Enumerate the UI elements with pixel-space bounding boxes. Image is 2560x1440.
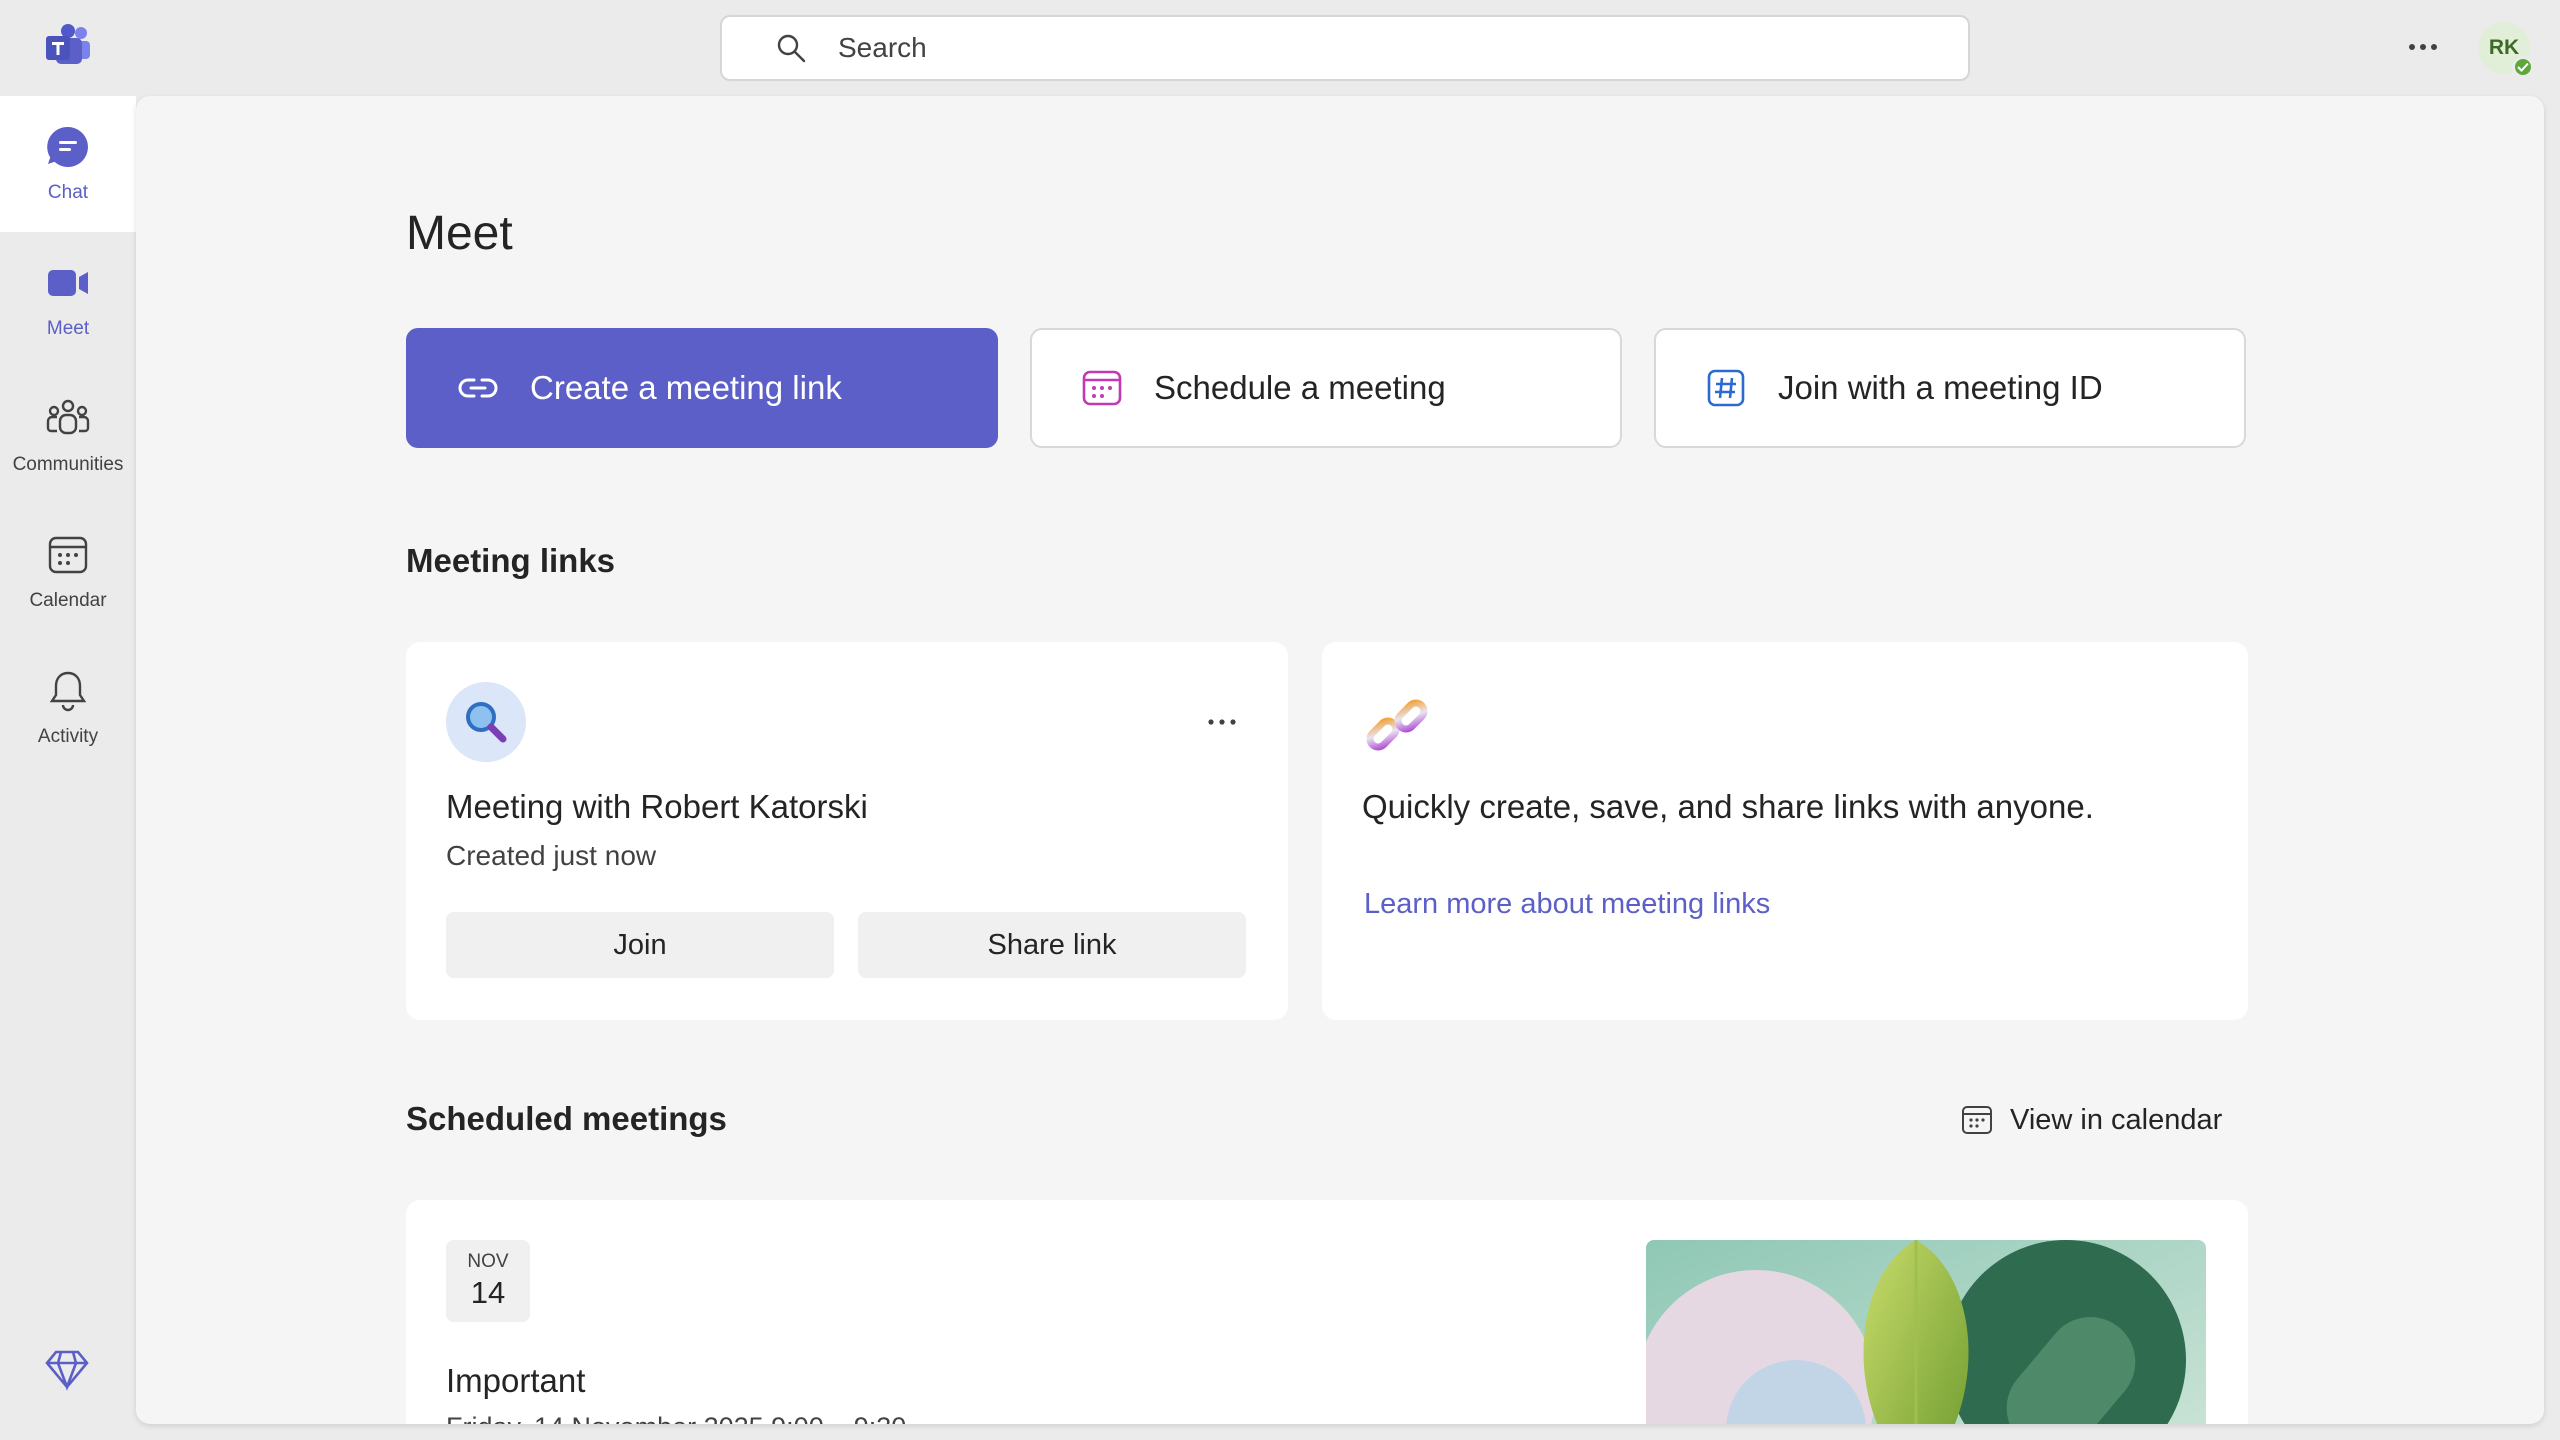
search-placeholder: Search [838,32,927,63]
create-meeting-link-button[interactable]: Create a meeting link [406,328,998,448]
meeting-name: Meeting with Robert Katorski [446,788,868,825]
bell-icon [49,671,87,712]
calendar-icon [1962,1106,1992,1134]
rail-label: Activity [37,726,99,747]
presence-available-icon [2512,56,2534,78]
more-options-button[interactable] [2404,28,2442,66]
join-button[interactable]: Join [446,912,834,978]
date-badge: NOV 14 [446,1240,530,1322]
rail-item-activity[interactable]: Activity [0,640,136,776]
link-icon [458,378,498,398]
meeting-decorative-image [1646,1240,2206,1424]
button-label: Create a meeting link [530,369,842,406]
card-more-options-button[interactable] [1204,704,1240,740]
rail-label: Communities [12,454,124,475]
button-label: Schedule a meeting [1154,369,1446,406]
teams-logo-icon[interactable] [44,24,92,68]
scheduled-meeting-card[interactable]: NOV 14 Important Friday, 14 November 202… [406,1200,2248,1424]
user-avatar[interactable]: RK [2478,22,2534,78]
view-in-calendar-button[interactable]: View in calendar [1960,1096,2222,1144]
hashtag-icon [1707,369,1745,407]
rail-item-chat[interactable]: Chat [0,96,136,232]
rail-item-communities[interactable]: Communities [0,368,136,504]
video-camera-icon [48,270,88,296]
meeting-links-heading: Meeting links [406,542,616,579]
schedule-meeting-button[interactable]: Schedule a meeting [1030,328,1622,448]
app-rail: Chat Meet Communities Calendar Activity [0,96,136,776]
meeting-link-card[interactable]: Meeting with Robert Katorski Created jus… [406,642,1288,1020]
rail-label: Calendar [29,590,107,611]
rail-item-calendar[interactable]: Calendar [0,504,136,640]
main-panel: Meet Create a meeting link Schedule a me… [136,96,2544,1424]
premium-diamond-icon[interactable] [44,1346,90,1392]
meeting-links-info-card: Quickly create, save, and share links wi… [1322,642,2248,1020]
share-link-button[interactable]: Share link [858,912,1246,978]
learn-more-link[interactable]: Learn more about meeting links [1364,888,1770,921]
calendar-icon [48,536,88,574]
date-month: NOV [467,1251,509,1272]
magnifier-icon [466,702,507,743]
meeting-title: Important [446,1362,586,1399]
avatar-initials: RK [2488,36,2520,59]
scheduled-meetings-heading: Scheduled meetings [406,1100,727,1137]
rail-item-meet[interactable]: Meet [0,232,136,368]
join-with-id-button[interactable]: Join with a meeting ID [1654,328,2246,448]
button-label: View in calendar [2010,1103,2223,1136]
communities-icon [46,399,90,435]
meeting-created: Created just now [446,840,657,871]
chain-link-icon [1366,699,1428,751]
chat-icon [47,126,88,167]
rail-label: Meet [46,318,90,339]
search-icon [777,34,806,63]
button-label: Join with a meeting ID [1778,369,2103,406]
search-box[interactable]: Search [720,15,1970,81]
page-title: Meet [406,207,513,260]
info-text: Quickly create, save, and share links wi… [1362,788,2094,825]
more-horizontal-icon [2409,44,2437,50]
rail-label: Chat [47,182,89,203]
calendar-icon [1082,370,1122,406]
date-day: 14 [470,1275,506,1310]
more-horizontal-icon [1208,719,1236,725]
meeting-avatar [446,682,526,762]
meeting-time: Friday, 14 November 2025 9:00 – 9:30 [446,1412,906,1424]
